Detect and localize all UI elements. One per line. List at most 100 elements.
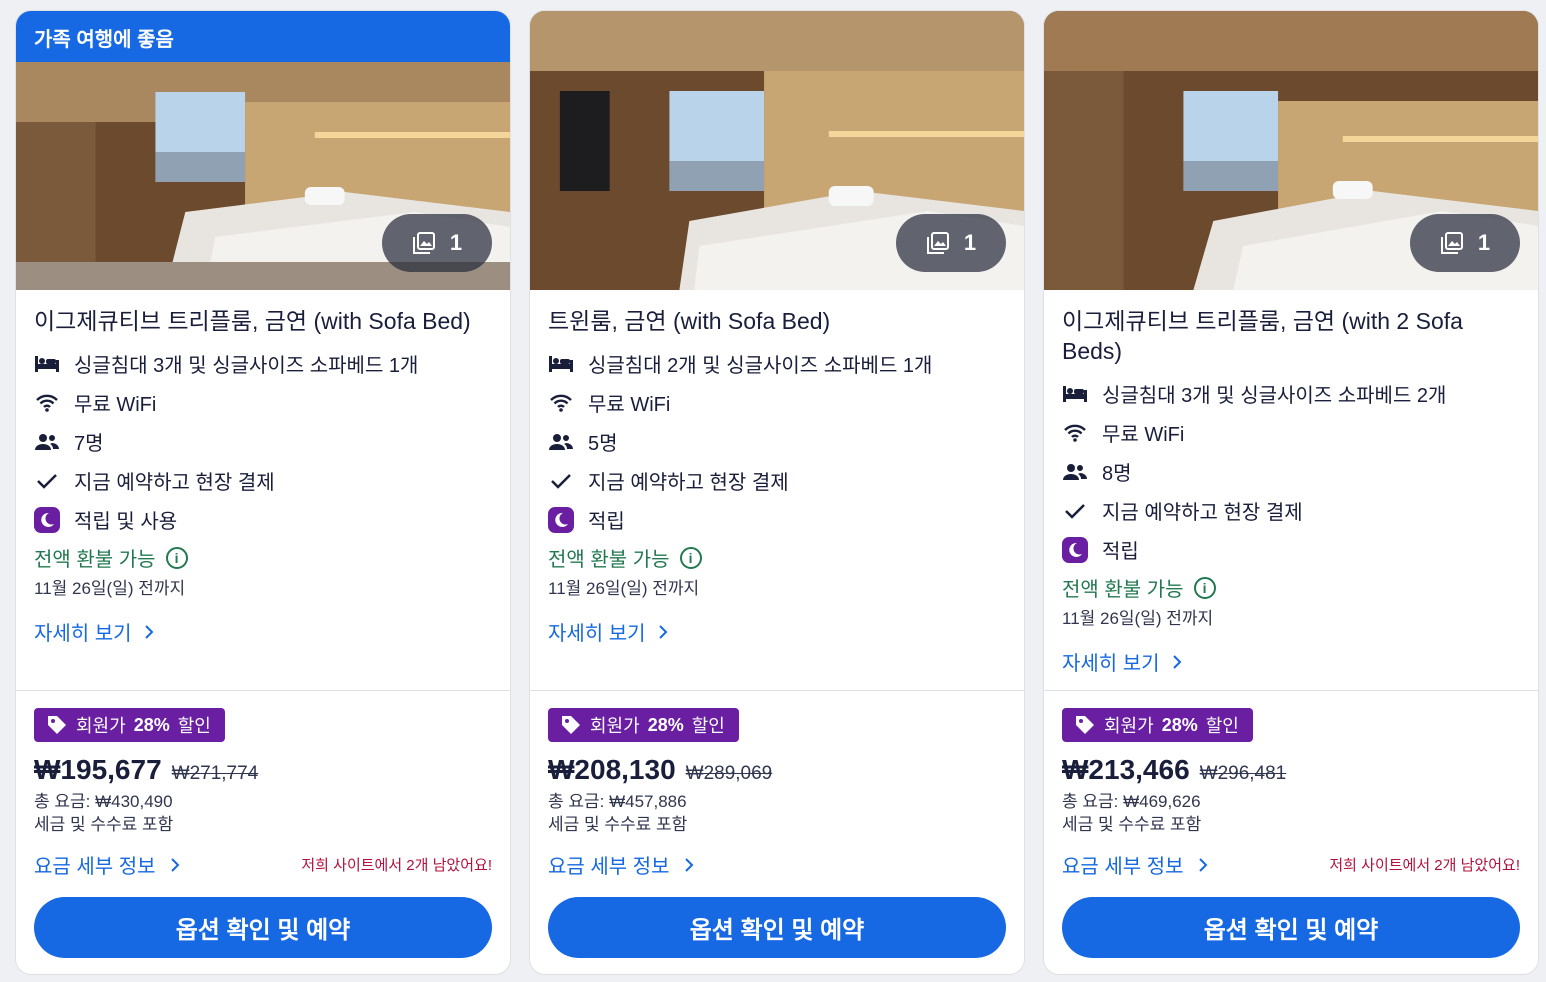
fee-details-link[interactable]: 요금 세부 정보 <box>1062 850 1208 879</box>
room-photo[interactable]: 1 <box>16 62 510 290</box>
check-icon <box>34 468 60 494</box>
old-price: ₩296,481 <box>1199 763 1287 784</box>
feature-bed: 싱글침대 3개 및 싱글사이즈 소파베드 1개 <box>34 344 492 383</box>
gallery-button[interactable]: 1 <box>1410 214 1520 272</box>
moon-icon <box>548 506 574 533</box>
wifi-text: 무료 WiFi <box>74 394 157 416</box>
price: ₩195,677 <box>34 754 162 785</box>
room-photo[interactable]: 1 <box>530 11 1024 290</box>
pay-text: 지금 예약하고 현장 결제 <box>1102 502 1303 524</box>
details-link[interactable]: 자세히 보기 <box>548 617 1006 646</box>
member-discount-badge: 회원가 28% 할인 <box>34 708 225 742</box>
member-suffix: 할인 <box>691 716 725 736</box>
fee-link-label: 요금 세부 정보 <box>548 856 670 878</box>
gallery-button[interactable]: 1 <box>896 214 1006 272</box>
check-icon <box>548 468 574 494</box>
member-suffix: 할인 <box>1205 716 1239 736</box>
info-icon[interactable]: i <box>165 546 188 569</box>
refund-status: 전액 환불 가능 i <box>548 543 1006 572</box>
reserve-button[interactable]: 옵션 확인 및 예약 <box>1062 897 1520 958</box>
family-badge: 가족 여행에 좋음 <box>16 11 510 62</box>
rewards-text: 적립 및 사용 <box>74 511 178 533</box>
details-label: 자세히 보기 <box>548 623 646 645</box>
chevron-right-icon <box>1198 857 1207 872</box>
info-icon[interactable]: i <box>1193 576 1216 599</box>
divider <box>530 690 1024 691</box>
wifi-icon <box>34 390 60 416</box>
refund-until: 11월 26일(일) 전까지 <box>1062 609 1214 628</box>
feature-rewards: 적립 <box>1062 530 1520 569</box>
refund-text: 전액 환불 가능 <box>1062 579 1184 601</box>
refund-text: 전액 환불 가능 <box>548 549 670 571</box>
room-card: 1 이그제큐티브 트리플룸, 금연 (with 2 Sofa Beds) 싱글침… <box>1043 10 1539 975</box>
guests-text: 5명 <box>588 433 618 455</box>
price: ₩213,466 <box>1062 754 1190 785</box>
fee-row: 요금 세부 정보 <box>548 850 1006 879</box>
chevron-right-icon <box>170 857 179 872</box>
feature-guests: 8명 <box>1062 452 1520 491</box>
feature-guests: 5명 <box>548 422 1006 461</box>
total-price: 총 요금: ₩469,626 <box>1062 792 1201 811</box>
pay-text: 지금 예약하고 현장 결제 <box>588 472 789 494</box>
details-link[interactable]: 자세히 보기 <box>1062 647 1520 676</box>
feature-pay: 지금 예약하고 현장 결제 <box>548 461 1006 500</box>
fee-row: 요금 세부 정보 저희 사이트에서 2개 남았어요! <box>1062 850 1520 879</box>
room-card: 1 트윈룸, 금연 (with Sofa Bed) 싱글침대 2개 및 싱글사이… <box>529 10 1025 975</box>
details-label: 자세히 보기 <box>1062 653 1160 675</box>
old-price: ₩289,069 <box>685 763 773 784</box>
price-line: ₩195,677 ₩271,774 <box>34 754 492 786</box>
tag-icon <box>48 716 66 734</box>
people-icon <box>34 429 60 455</box>
feature-rewards: 적립 <box>548 500 1006 539</box>
wifi-icon <box>1062 420 1088 446</box>
room-card: 가족 여행에 좋음 1 이그제큐티브 트리플룸, 금연 (with Sofa B… <box>15 10 511 975</box>
wifi-icon <box>548 390 574 416</box>
tax-note: 세금 및 수수료 포함 <box>1062 815 1202 834</box>
reserve-button[interactable]: 옵션 확인 및 예약 <box>34 897 492 958</box>
photo-count: 1 <box>1477 230 1491 255</box>
wifi-text: 무료 WiFi <box>588 394 671 416</box>
member-prefix: 회원가 <box>1104 716 1154 736</box>
room-title: 이그제큐티브 트리플룸, 금연 (with 2 Sofa Beds) <box>1062 308 1463 364</box>
member-prefix: 회원가 <box>590 716 640 736</box>
feature-pay: 지금 예약하고 현장 결제 <box>34 461 492 500</box>
photo-count: 1 <box>449 230 463 255</box>
refund-status: 전액 환불 가능 i <box>1062 573 1520 602</box>
refund-until: 11월 26일(일) 전까지 <box>548 579 700 598</box>
chevron-right-icon <box>144 624 153 639</box>
member-pct: 28% <box>133 714 170 735</box>
member-discount-badge: 회원가 28% 할인 <box>1062 708 1253 742</box>
feature-wifi: 무료 WiFi <box>1062 413 1520 452</box>
price-area: 회원가 28% 할인 ₩208,130 ₩289,069 총 요금: ₩457,88… <box>548 708 1006 879</box>
room-title: 이그제큐티브 트리플룸, 금연 (with Sofa Bed) <box>34 308 471 334</box>
rooms-left-text: 저희 사이트에서 2개 남았어요! <box>1329 857 1520 874</box>
chevron-right-icon <box>658 624 667 639</box>
wifi-text: 무료 WiFi <box>1102 424 1185 446</box>
reserve-button[interactable]: 옵션 확인 및 예약 <box>548 897 1006 958</box>
fee-details-link[interactable]: 요금 세부 정보 <box>548 850 694 879</box>
info-icon[interactable]: i <box>679 546 702 569</box>
member-pct: 28% <box>1161 714 1198 735</box>
divider <box>16 690 510 691</box>
feature-bed: 싱글침대 2개 및 싱글사이즈 소파베드 1개 <box>548 344 1006 383</box>
feature-guests: 7명 <box>34 422 492 461</box>
room-photo[interactable]: 1 <box>1044 11 1538 290</box>
card-body: 이그제큐티브 트리플룸, 금연 (with Sofa Bed) 싱글침대 3개 … <box>16 290 510 646</box>
photo-count: 1 <box>963 230 977 255</box>
member-suffix: 할인 <box>177 716 211 736</box>
room-title: 트윈룸, 금연 (with Sofa Bed) <box>548 308 831 334</box>
total-price: 총 요금: ₩457,886 <box>548 792 687 811</box>
tax-note: 세금 및 수수료 포함 <box>548 815 688 834</box>
room-card-list: 가족 여행에 좋음 1 이그제큐티브 트리플룸, 금연 (with Sofa B… <box>0 0 1546 982</box>
feature-bed: 싱글침대 3개 및 싱글사이즈 소파베드 2개 <box>1062 374 1520 413</box>
feature-wifi: 무료 WiFi <box>548 383 1006 422</box>
people-icon <box>1062 459 1088 485</box>
price: ₩208,130 <box>548 754 676 785</box>
fee-link-label: 요금 세부 정보 <box>1062 856 1184 878</box>
details-link[interactable]: 자세히 보기 <box>34 617 492 646</box>
feature-wifi: 무료 WiFi <box>34 383 492 422</box>
bed-text: 싱글침대 2개 및 싱글사이즈 소파베드 1개 <box>588 355 933 377</box>
gallery-button[interactable]: 1 <box>382 214 492 272</box>
fee-details-link[interactable]: 요금 세부 정보 <box>34 850 180 879</box>
feature-rewards: 적립 및 사용 <box>34 500 492 539</box>
